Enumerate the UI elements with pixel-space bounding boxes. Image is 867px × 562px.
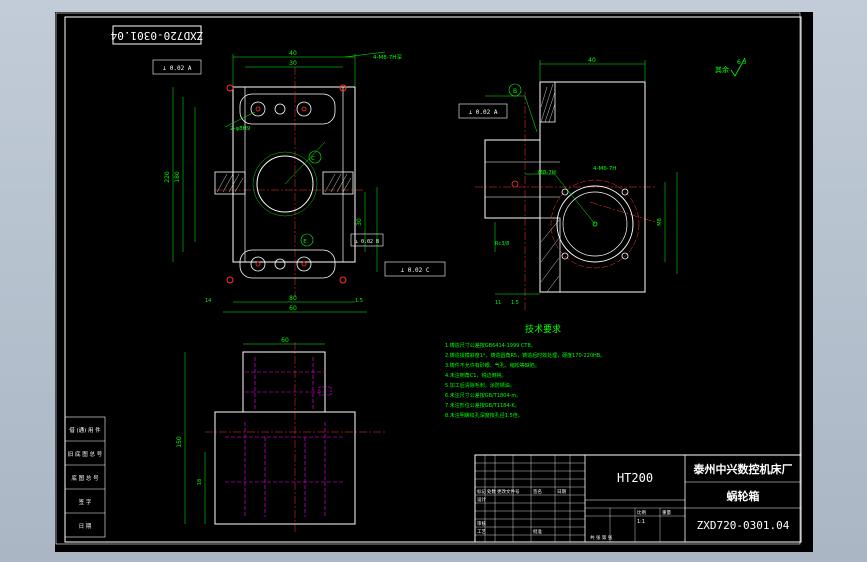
dim-front-inner: 30 <box>289 60 297 67</box>
datum-b: B <box>513 88 517 95</box>
dim-side-hole: M8 <box>657 218 663 226</box>
tb-sign: 签名 <box>533 488 542 495</box>
strip-label-2: 旧 底 图 总 号 <box>68 450 103 458</box>
drawing-sheet[interactable]: 借 (通) 用 件 旧 底 图 总 号 底 图 总 号 签 字 日 期 ZXD7… <box>55 12 813 552</box>
dim-side-bottom: 11 <box>495 300 501 306</box>
material: HT200 <box>617 471 653 485</box>
tech-req-line-3: 3.铸件不允许有砂眼、气孔、缩松等缺陷。 <box>445 362 540 369</box>
datum-e: E <box>303 239 307 245</box>
tol-frame-4-text: ⊥ 0.02 B <box>355 239 379 245</box>
dim-bottom-small: 18 <box>197 479 203 485</box>
tol-frame-1-text: ⊥ 0.02 A <box>163 65 192 72</box>
dim-side-width: 40 <box>588 57 596 64</box>
dim-front-small: 14 <box>205 298 211 304</box>
dim-side-thread: Rc3/8 <box>495 241 509 247</box>
callout-holes-left: 2-φ8H9 <box>230 126 251 132</box>
tb-count: 处数 <box>487 488 496 495</box>
callout-tap: M8-7H <box>538 170 556 176</box>
dim-front-chamfer: 1.5 <box>355 298 363 304</box>
tech-req-line-6: 6.未注尺寸公差按GB/T1804-m。 <box>445 392 521 399</box>
dim-front-bottom: 80 <box>289 295 297 302</box>
dim-bottom-height: 150 <box>176 436 183 448</box>
tb-design: 设计 <box>477 496 486 503</box>
strip-label-1: 借 (通) 用 件 <box>69 426 101 434</box>
strip-label-3: 底 图 总 号 <box>71 474 99 482</box>
cad-viewport[interactable]: 借 (通) 用 件 旧 底 图 总 号 底 图 总 号 签 字 日 期 ZXD7… <box>0 0 867 562</box>
tb-check: 审核 <box>477 520 486 527</box>
tb-approve: 批准 <box>533 528 542 535</box>
dim-bottom-top: 60 <box>281 337 289 344</box>
roughness-value: 6.3 <box>737 59 747 66</box>
dim-front-base: 60 <box>289 305 297 312</box>
tech-req-title: 技术要求 <box>525 323 561 335</box>
callout-holes-top: 4-M8-7H深 <box>373 53 402 61</box>
dim-side-chamfer: 1.5 <box>511 300 519 306</box>
tb-process: 工艺 <box>477 529 486 535</box>
tol-frame-3-text: ⊥ 0.02 C <box>401 267 430 274</box>
tech-req-line-7: 7.未注形位公差按GB/T1184-K。 <box>445 402 520 409</box>
strip-label-5: 日 期 <box>79 523 92 530</box>
dim-front-height-2: 180 <box>174 171 181 183</box>
tol-frame-2-text: ⊥ 0.02 A <box>469 109 498 116</box>
drawing-number: ZXD720-0301.04 <box>697 519 790 532</box>
tech-req-line-2: 2.铸造拔模斜度1°，铸造圆角R5，铸造后时效处理，硬度170-220HB。 <box>445 352 605 359</box>
tb-date: 日期 <box>557 489 566 495</box>
strip-label-4: 签 字 <box>79 498 92 506</box>
number-stamp: ZXD720-0301.04 <box>110 29 203 42</box>
dim-front-width: 40 <box>289 50 297 57</box>
tech-req-line-5: 5.加工后清除毛刺，涂防锈油。 <box>445 382 515 389</box>
tb-mark: 标记 <box>477 488 486 495</box>
tb-scale-label: 比例 <box>637 509 646 516</box>
dim-front-side: 30 <box>356 218 363 226</box>
datum-c: C <box>311 156 315 162</box>
tech-req-line-4: 4.未注倒角C1，锐边倒钝。 <box>445 372 506 379</box>
tech-req-line-1: 1.铸造尺寸公差按GB6414-1999 CT8。 <box>445 342 536 349</box>
tb-scale-value: 1:1 <box>637 519 645 525</box>
company-name: 泰州中兴数控机床厂 <box>693 462 793 476</box>
tb-sheet: 共 张 第 张 <box>590 534 613 541</box>
dim-front-height: 220 <box>164 171 171 183</box>
tb-change-doc: 更改文件号 <box>497 488 520 495</box>
drawing-canvas: 借 (通) 用 件 旧 底 图 总 号 底 图 总 号 签 字 日 期 ZXD7… <box>55 12 813 552</box>
tb-weight-label: 重量 <box>662 509 671 516</box>
callout-holes-right: 4-M6-7H <box>593 166 616 172</box>
part-name: 蜗轮箱 <box>727 489 760 503</box>
tech-req-line-8: 8.未注明螺纹孔深度按孔径1.5倍。 <box>445 412 523 419</box>
roughness-label: 其余 <box>715 65 729 74</box>
